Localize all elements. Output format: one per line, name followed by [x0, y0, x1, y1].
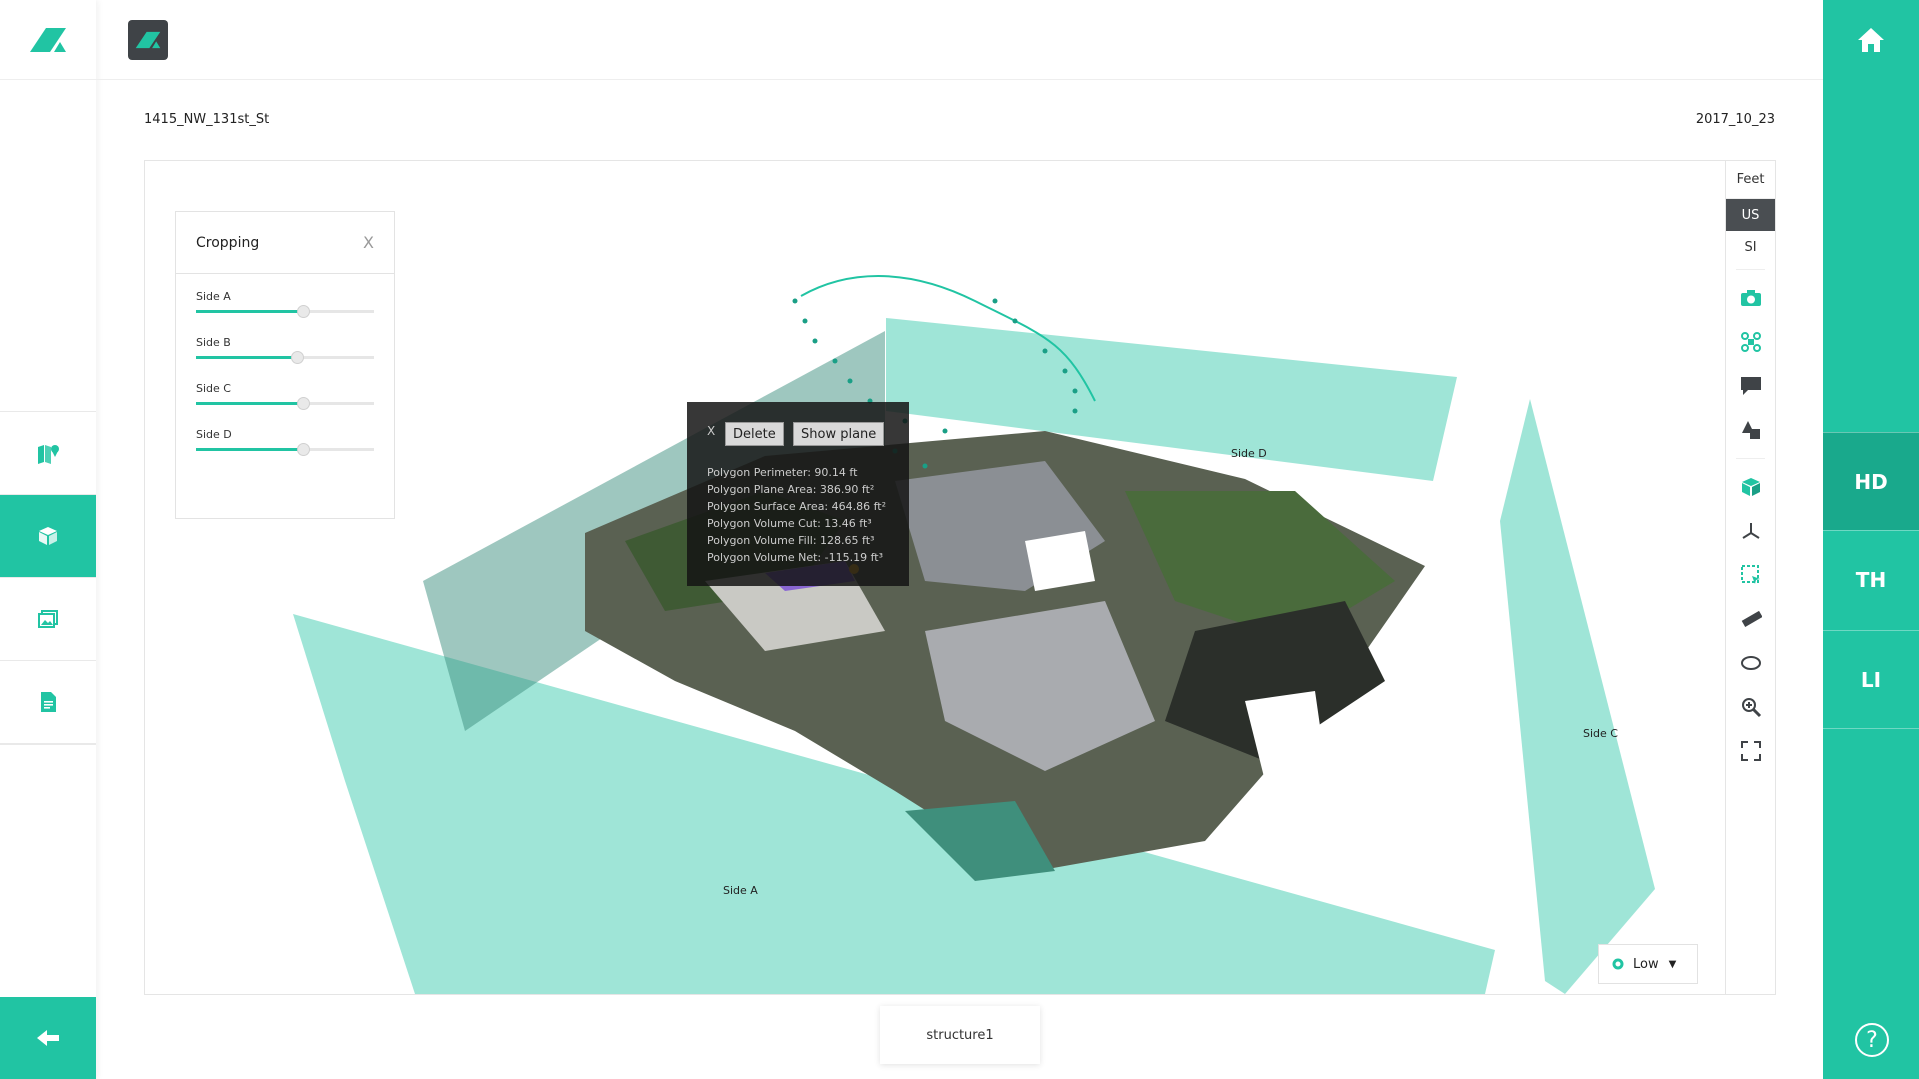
shapes-icon[interactable] — [1726, 408, 1775, 452]
sidebar-item-gallery[interactable] — [0, 577, 96, 660]
sidebar-nav — [0, 411, 96, 745]
logo-icon — [30, 27, 66, 52]
slider-side-c[interactable]: Side C — [176, 382, 394, 412]
gear-icon — [1612, 958, 1624, 970]
slider-side-a[interactable]: Side A — [176, 290, 394, 320]
slider-side-b[interactable]: Side B — [176, 336, 394, 366]
comment-icon[interactable] — [1726, 364, 1775, 408]
document-icon — [41, 692, 56, 712]
top-bar — [96, 0, 1823, 80]
cropping-panel: Cropping X Side A Side B Side C Side D — [175, 211, 395, 519]
quality-select[interactable]: Low ▼ — [1598, 944, 1698, 984]
zoom-in-icon[interactable] — [1726, 685, 1775, 729]
arrow-left-icon — [37, 1030, 59, 1046]
slider-label: Side A — [196, 290, 231, 303]
slider-track[interactable] — [196, 397, 374, 410]
slider-label: Side C — [196, 382, 231, 395]
slider-track[interactable] — [196, 443, 374, 456]
sidebar-item-map[interactable] — [0, 411, 96, 494]
measurement-line: Polygon Plane Area: 386.90 ft² — [707, 483, 875, 496]
slider-thumb[interactable] — [296, 305, 310, 318]
brand-logo[interactable] — [0, 0, 96, 80]
show-plane-button[interactable]: Show plane — [793, 422, 885, 446]
unit-us[interactable]: US — [1726, 199, 1775, 231]
slider-track[interactable] — [196, 351, 374, 364]
slider-label: Side D — [196, 428, 232, 441]
tab-hd[interactable]: HD — [1823, 432, 1919, 530]
sidebar-item-report[interactable] — [0, 660, 96, 743]
label-side-d: Side D — [1231, 447, 1267, 460]
measurement-line: Polygon Volume Net: -115.19 ft³ — [707, 551, 883, 564]
toolbar-divider — [1736, 269, 1765, 270]
slider-label: Side B — [196, 336, 231, 349]
unit-label: Feet — [1726, 161, 1775, 199]
project-name: 1415_NW_131st_St — [144, 112, 270, 127]
close-icon[interactable]: X — [363, 233, 374, 252]
cropping-title: Cropping — [196, 234, 260, 251]
measurement-popup: X Delete Show plane Polygon Perimeter: 9… — [687, 402, 909, 586]
structure-tab[interactable]: structure1 — [880, 1006, 1040, 1064]
back-button[interactable] — [0, 997, 96, 1079]
quality-value: Low — [1633, 956, 1659, 972]
fullscreen-icon[interactable] — [1726, 729, 1775, 773]
slider-thumb[interactable] — [291, 351, 305, 364]
tab-divider — [1823, 728, 1919, 729]
ruler-icon[interactable] — [1726, 597, 1775, 641]
slider-track[interactable] — [196, 305, 374, 318]
toolbar-divider — [1736, 458, 1765, 459]
project-date: 2017_10_23 — [1695, 112, 1775, 127]
sidebar-divider — [0, 743, 96, 745]
app-logo[interactable] — [128, 20, 168, 60]
cropping-header: Cropping X — [176, 212, 394, 274]
tab-th[interactable]: TH — [1823, 530, 1919, 628]
slider-side-d[interactable]: Side D — [176, 428, 394, 458]
image-gallery-icon — [38, 610, 58, 628]
slider-thumb[interactable] — [296, 397, 310, 410]
home-icon — [1858, 28, 1884, 52]
crop-plane-side-c — [1500, 399, 1655, 994]
measurement-line: Polygon Volume Fill: 128.65 ft³ — [707, 534, 875, 547]
chevron-down-icon: ▼ — [1668, 958, 1677, 970]
axes-icon[interactable] — [1726, 509, 1775, 553]
map-pin-icon — [38, 445, 59, 464]
camera-icon[interactable] — [1726, 276, 1775, 320]
left-sidebar — [0, 0, 96, 1079]
cube-icon[interactable] — [1726, 465, 1775, 509]
measurement-results: Polygon Perimeter: 90.14 ft Polygon Plan… — [707, 464, 886, 566]
drone-icon[interactable] — [1726, 320, 1775, 364]
measurement-line: Polygon Surface Area: 464.86 ft² — [707, 500, 887, 513]
delete-button[interactable]: Delete — [725, 422, 784, 446]
logo-icon — [135, 31, 161, 49]
label-side-c: Side C — [1583, 727, 1618, 740]
tab-li[interactable]: LI — [1823, 630, 1919, 728]
label-side-a: Side A — [723, 884, 758, 897]
unit-si[interactable]: SI — [1726, 231, 1775, 263]
mesh-hole-2 — [1025, 531, 1095, 591]
help-button[interactable]: ? — [1855, 1023, 1889, 1057]
select-area-icon[interactable] — [1726, 553, 1775, 597]
ellipse-icon[interactable] — [1726, 641, 1775, 685]
cube-icon — [39, 527, 57, 545]
measurement-line: Polygon Perimeter: 90.14 ft — [707, 466, 858, 479]
viewer-toolbar: Feet US SI — [1725, 161, 1775, 994]
sidebar-item-3d-model[interactable] — [0, 494, 96, 577]
slider-thumb[interactable] — [296, 443, 310, 456]
popup-close-icon[interactable]: X — [707, 424, 715, 438]
home-button[interactable] — [1823, 0, 1919, 80]
right-sidebar: HD TH LI ? — [1823, 0, 1919, 1079]
3d-viewer[interactable]: Side D Side C Side A Cropping X Side A S… — [144, 160, 1776, 995]
measurement-line: Polygon Volume Cut: 13.46 ft³ — [707, 517, 872, 530]
